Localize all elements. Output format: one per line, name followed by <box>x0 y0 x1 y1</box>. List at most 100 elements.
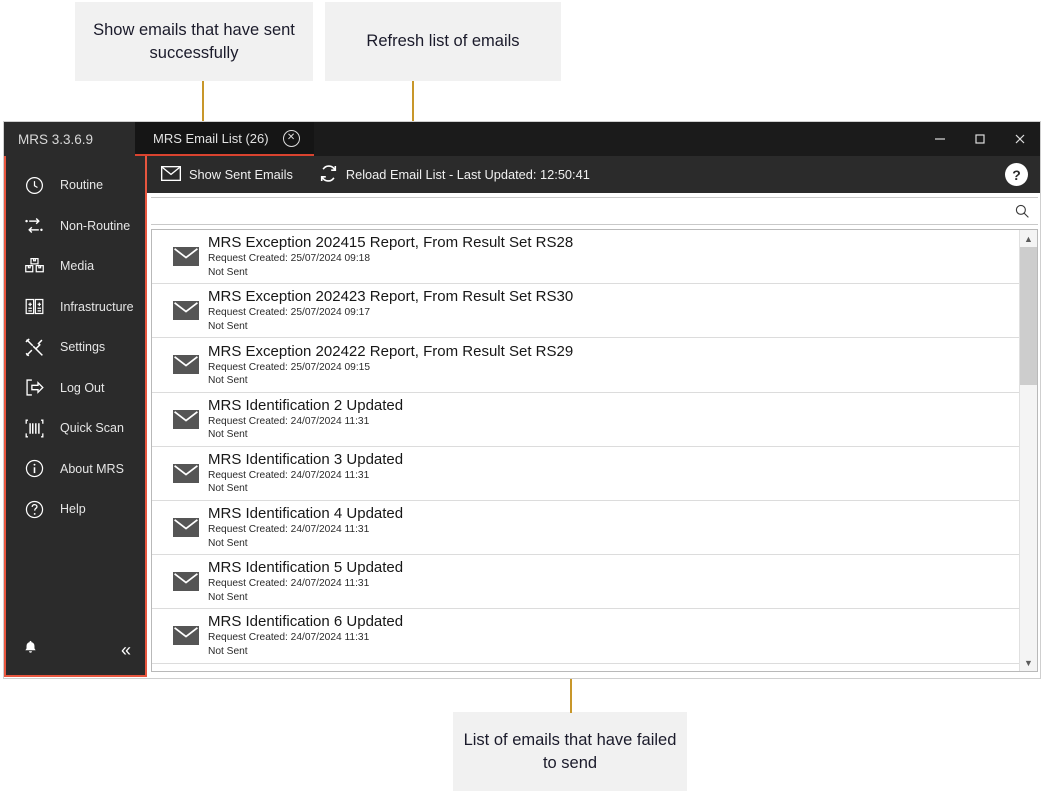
email-created: Request Created: 24/07/2024 11:31 <box>208 524 370 536</box>
sidebar-item-settings[interactable]: Settings <box>6 327 145 368</box>
email-subject: MRS Identification 4 Updated <box>208 505 404 523</box>
tab-close-icon[interactable]: ✕ <box>282 129 300 147</box>
close-button[interactable] <box>1000 122 1040 156</box>
envelope-icon <box>164 247 208 267</box>
email-subject: MRS Exception 202423 Report, From Result… <box>208 288 574 306</box>
annotation-callout-failed-list: List of emails that have failed to send <box>453 712 687 791</box>
sidebar-item-label: Infrastructure <box>60 299 134 314</box>
email-row-text: MRS Identification 5 Updated Request Crea… <box>208 559 403 604</box>
show-sent-emails-label: Show Sent Emails <box>189 167 293 182</box>
window-body: Routine Non-Routine Media Infrastructure… <box>4 156 1040 678</box>
email-status: Not Sent <box>208 537 248 549</box>
maximize-button[interactable] <box>960 122 1000 156</box>
refresh-icon <box>319 164 338 186</box>
email-toolbar: Show Sent Emails Reload Email List - Las… <box>147 156 1040 193</box>
minimize-button[interactable] <box>920 122 960 156</box>
sidebar-item-label: About MRS <box>60 461 124 476</box>
email-subject: MRS Identification 3 Updated <box>208 450 404 468</box>
sidebar-item-non-routine[interactable]: Non-Routine <box>6 206 145 247</box>
email-list-item[interactable]: MRS Identification 4 Updated Request Crea… <box>152 500 1019 556</box>
window-controls <box>920 122 1040 156</box>
sidebar-item-routine[interactable]: Routine <box>6 165 145 206</box>
email-row-text: MRS Exception 202423 Report, From Result… <box>208 288 573 333</box>
sidebar-item-log-out[interactable]: Log Out <box>6 368 145 409</box>
sidebar: Routine Non-Routine Media Infrastructure… <box>4 156 147 677</box>
scrollbar-track[interactable] <box>1020 247 1037 654</box>
email-subject: MRS Identification 6 Updated <box>208 613 404 631</box>
email-created: Request Created: 25/07/2024 09:15 <box>208 361 370 373</box>
annotation-text: Show emails that have sent successfully <box>93 20 295 62</box>
email-list-item[interactable]: MRS Identification 2 Updated Request Crea… <box>152 392 1019 447</box>
tab-mrs-email-list[interactable]: MRS Email List (26) ✕ <box>135 122 314 156</box>
chevron-up-icon[interactable]: ▲ <box>1020 230 1037 247</box>
tab-label: MRS Email List (26) <box>153 130 269 146</box>
help-button[interactable]: ? <box>1005 163 1028 186</box>
question-circle-icon <box>18 499 50 520</box>
title-bar: MRS 3.3.6.9 MRS Email List (26) ✕ <box>4 122 1040 156</box>
email-row-text: MRS Exception 202422 Report, From Result… <box>208 343 573 388</box>
email-list-item[interactable]: MRS Exception 202415 Report, From Result… <box>152 230 1019 285</box>
email-created: Request Created: 24/07/2024 11:31 <box>208 469 370 481</box>
bell-icon[interactable] <box>22 639 39 661</box>
email-status: Not Sent <box>208 645 248 657</box>
sidebar-item-about-mrs[interactable]: About MRS <box>6 449 145 490</box>
email-created: Request Created: 24/07/2024 11:31 <box>208 578 370 590</box>
screenshot-root: Show emails that have sent successfully … <box>0 0 1044 794</box>
envelope-icon <box>164 572 208 592</box>
email-subject: MRS Exception 202415 Report, From Result… <box>208 234 574 252</box>
email-status: Not Sent <box>208 320 248 332</box>
sidebar-item-label: Log Out <box>60 380 105 395</box>
sidebar-item-label: Settings <box>60 340 106 355</box>
show-sent-emails-button[interactable]: Show Sent Emails <box>161 165 293 184</box>
sidebar-footer: « <box>6 629 145 675</box>
envelope-icon <box>164 463 208 483</box>
reload-email-list-button[interactable]: Reload Email List - Last Updated: 12:50:… <box>319 164 590 186</box>
email-created: Request Created: 24/07/2024 11:31 <box>208 632 370 644</box>
chevron-double-left-icon[interactable]: « <box>121 641 131 659</box>
email-subject: MRS Identification 2 Updated <box>208 396 404 414</box>
maximize-icon <box>975 134 985 144</box>
reload-email-list-label: Reload Email List - Last Updated: 12:50:… <box>345 167 590 182</box>
search-icon[interactable] <box>1010 203 1038 219</box>
email-row-text: MRS Exception 202415 Report, From Result… <box>208 234 573 279</box>
email-created: Request Created: 25/07/2024 09:18 <box>208 253 370 265</box>
close-icon <box>1015 134 1025 144</box>
minimize-icon <box>935 138 945 140</box>
logout-icon <box>18 377 50 398</box>
tab-strip: MRS Email List (26) ✕ <box>135 122 920 156</box>
email-status: Not Sent <box>208 429 248 441</box>
search-input[interactable] <box>151 204 1010 218</box>
email-subject: MRS Identification 5 Updated <box>208 559 404 577</box>
infrastructure-icon <box>18 296 50 317</box>
sidebar-item-label: Quick Scan <box>60 421 124 436</box>
email-list-item[interactable]: MRS Identification 5 Updated Request Crea… <box>152 555 1019 610</box>
sidebar-item-quick-scan[interactable]: Quick Scan <box>6 408 145 449</box>
envelope-icon <box>164 301 208 321</box>
tools-icon <box>18 337 50 358</box>
scrollbar-thumb[interactable] <box>1020 247 1037 386</box>
barcode-scan-icon <box>18 418 50 439</box>
email-row-text: MRS Identification 3 Updated Request Crea… <box>208 451 403 496</box>
email-row-text: MRS Identification 4 Updated Request Crea… <box>208 505 403 550</box>
envelope-icon <box>161 165 181 184</box>
envelope-icon <box>164 409 208 429</box>
email-list-scrollbar[interactable]: ▲ ▼ <box>1019 230 1037 671</box>
email-list-item[interactable]: MRS Identification 3 Updated Request Crea… <box>152 446 1019 501</box>
email-created: Request Created: 24/07/2024 11:31 <box>208 415 370 427</box>
application-window: MRS 3.3.6.9 MRS Email List (26) ✕ Routin… <box>4 122 1040 678</box>
media-boxes-icon <box>18 256 50 277</box>
sidebar-item-help[interactable]: Help <box>6 489 145 530</box>
email-list-item[interactable]: MRS Exception 202423 Report, From Result… <box>152 284 1019 339</box>
email-list-item[interactable]: MRS Identification 6 Updated Request Crea… <box>152 609 1019 664</box>
email-list-container: MRS Exception 202415 Report, From Result… <box>151 229 1038 672</box>
email-status: Not Sent <box>208 591 248 603</box>
info-circle-icon <box>18 458 50 479</box>
sidebar-item-media[interactable]: Media <box>6 246 145 287</box>
chevron-down-icon[interactable]: ▼ <box>1020 654 1037 671</box>
envelope-icon <box>164 518 208 538</box>
email-list-item[interactable]: MRS Exception 202422 Report, From Result… <box>152 338 1019 393</box>
main-content: Show Sent Emails Reload Email List - Las… <box>147 156 1040 678</box>
envelope-icon <box>164 626 208 646</box>
sidebar-item-infrastructure[interactable]: Infrastructure <box>6 287 145 328</box>
app-version-label: MRS 3.3.6.9 <box>4 122 135 156</box>
